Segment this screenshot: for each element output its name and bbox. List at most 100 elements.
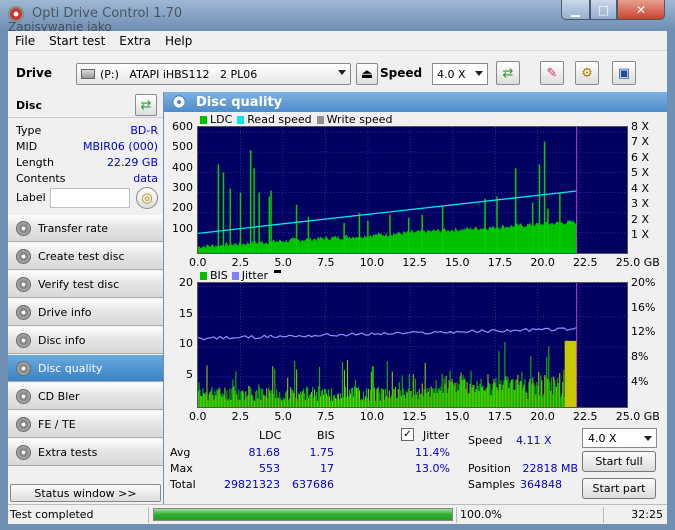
y-tick-label: 300	[172, 180, 193, 194]
maximize-button[interactable]: □	[590, 0, 617, 20]
y-tick-label: 20	[179, 276, 193, 289]
test-speed-value: 4.0 X	[588, 431, 617, 445]
refresh-button[interactable]: ⇄	[496, 61, 520, 85]
disc-type-key: Type	[16, 124, 42, 137]
speed-select-value: 4.0 X	[437, 67, 466, 81]
speed-select[interactable]: 4.0 X	[432, 63, 488, 85]
y2-tick-label: 20%	[631, 276, 656, 289]
legend-write-speed: Write speed	[326, 113, 393, 126]
menu-help[interactable]: Help	[158, 34, 199, 48]
gears-icon: ⚙	[581, 65, 593, 81]
chevron-down-icon	[644, 436, 652, 441]
legend-swatch-read-speed	[237, 115, 245, 124]
stats-header-jitter: Jitter	[423, 429, 450, 442]
legend-read-speed: Read speed	[247, 113, 312, 126]
y2-tick-label: 7 X	[631, 135, 650, 149]
x-tick-label: 17.5	[487, 410, 513, 423]
legend-ldc: LDC	[210, 113, 233, 126]
nav-create-test-disc[interactable]: Create test disc	[8, 243, 163, 270]
eject-button[interactable]: ⏏	[356, 63, 378, 85]
disc-icon	[16, 305, 31, 320]
status-text: Test completed	[10, 508, 94, 521]
x-tick-label: 25.0 GB	[615, 410, 660, 423]
x-tick-label: 10.0	[359, 256, 385, 269]
menu-file[interactable]: File	[8, 34, 42, 48]
samples-value: 364848	[520, 478, 562, 491]
disc-mid-key: MID	[16, 140, 38, 153]
x-tick-label: 0.0	[189, 410, 207, 423]
menu-bar: File Start test Extra Help	[8, 31, 667, 50]
status-separator	[456, 507, 457, 523]
disc-label-button[interactable]: ◎	[136, 187, 158, 209]
menu-start-test[interactable]: Start test	[42, 34, 112, 48]
stats-max-bis: 17	[320, 462, 334, 475]
nav-verify-test-disc[interactable]: Verify test disc	[8, 271, 163, 298]
stats-avg-jitter: 11.4%	[415, 446, 450, 459]
start-full-button[interactable]: Start full	[582, 451, 656, 472]
eject-icon: ⏏	[360, 66, 374, 82]
samples-label: Samples	[468, 478, 515, 491]
disc-icon	[16, 417, 31, 432]
x-tick-label: 12.5	[402, 410, 427, 423]
stats-total-bis: 637686	[292, 478, 334, 491]
stats-max-label: Max	[170, 462, 193, 475]
y2-tick-label: 12%	[631, 325, 656, 339]
x-tick-label: 5.0	[274, 256, 292, 269]
status-window-button[interactable]: Status window >>	[10, 484, 161, 502]
bis-chart-svg	[197, 283, 627, 407]
settings-button[interactable]: ⚙	[575, 61, 599, 85]
x-tick-label: 2.5	[231, 410, 250, 423]
save-button[interactable]: ▣	[612, 61, 636, 85]
app-window: Opti Drive Control 1.70 Zapisywanie jako…	[0, 0, 675, 530]
legend-swatch-jitter	[231, 271, 239, 280]
y2-tick-label: 3 X	[631, 197, 650, 211]
nav-extra-tests[interactable]: Extra tests	[8, 439, 163, 466]
nav-transfer-rate[interactable]: Transfer rate	[8, 215, 163, 242]
nav-label: Verify test disc	[38, 277, 120, 291]
disc-length-value: 22.29 GB	[106, 156, 158, 169]
menu-extra[interactable]: Extra	[112, 34, 158, 48]
ldc-chart-svg	[197, 127, 627, 253]
nav-label: Extra tests	[38, 445, 98, 459]
disc-refresh-button[interactable]: ⇄	[135, 94, 157, 116]
title-bar: Opti Drive Control 1.70 Zapisywanie jako…	[0, 0, 675, 34]
status-separator	[148, 507, 149, 523]
legend-bis: BIS	[210, 269, 228, 282]
x-tick-label: 7.5	[317, 410, 335, 423]
legend-jitter: Jitter	[241, 269, 268, 282]
y-tick-label: 500	[172, 140, 193, 154]
progress-percent: 100.0%	[460, 508, 502, 521]
nav-label: Drive info	[38, 305, 92, 319]
disc-icon	[16, 221, 31, 236]
x-tick-label: 7.5	[317, 256, 335, 269]
drive-select[interactable]: (P:) ATAPI iHBS112 2 PL06	[76, 63, 351, 85]
legend-marker	[274, 270, 281, 273]
panel-header: Disc quality	[164, 92, 667, 112]
position-value: 22818 MB	[522, 462, 578, 475]
y2-tick-label: 8 X	[631, 120, 650, 133]
minimize-button[interactable]: ▁	[561, 0, 590, 20]
x-tick-label: 20.0	[530, 256, 555, 269]
jitter-checkbox[interactable]: ✓	[401, 428, 414, 441]
nav-drive-info[interactable]: Drive info	[8, 299, 163, 326]
erase-button[interactable]: ✎	[540, 61, 564, 85]
close-button[interactable]: ✕	[617, 0, 665, 20]
sidebar: Disc ⇄ Type BD-R MID MBIR06 (000) Length 22…	[8, 92, 163, 504]
nav-label: Create test disc	[38, 249, 125, 263]
speed-label: Speed	[380, 66, 423, 80]
nav-fe-te[interactable]: FE / TE	[8, 411, 163, 438]
disc-label-input[interactable]	[50, 188, 130, 208]
y2-tick-label: 8%	[631, 350, 649, 364]
disc-icon	[16, 333, 31, 348]
disc-icon	[16, 249, 31, 264]
nav-disc-quality[interactable]: Disc quality	[8, 355, 163, 382]
nav-disc-info[interactable]: Disc info	[8, 327, 163, 354]
disc-quality-panel: Disc quality LDC Read speed Write speed …	[164, 92, 667, 504]
speed-stat-value: 4.11 X	[516, 434, 552, 447]
disc-type-value: BD-R	[130, 124, 158, 137]
test-speed-select[interactable]: 4.0 X	[582, 428, 657, 448]
start-part-button[interactable]: Start part	[582, 478, 656, 499]
bis-bar-end	[564, 340, 577, 407]
legend-swatch-ldc	[200, 115, 207, 124]
nav-cd-bler[interactable]: CD Bler	[8, 383, 163, 410]
